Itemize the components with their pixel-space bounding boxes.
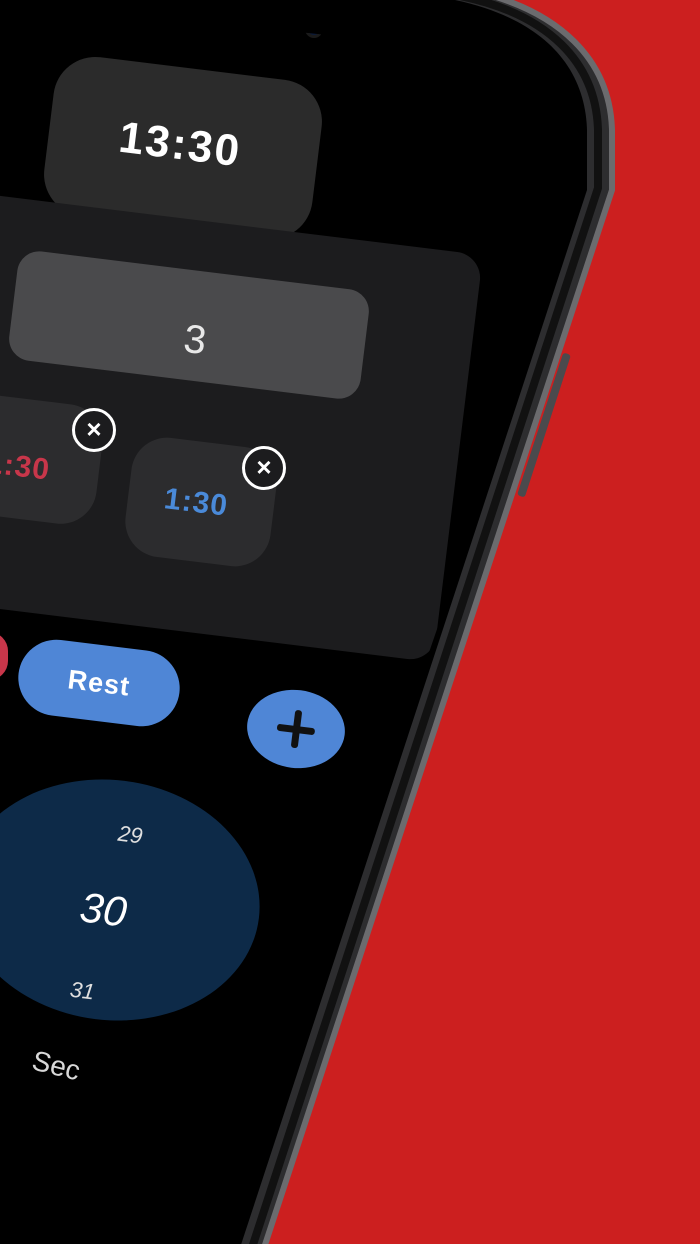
rounds-value: 3 [181, 316, 209, 364]
close-circle-icon: × [86, 414, 102, 444]
remove-work-interval-button[interactable]: × [72, 408, 116, 452]
picker-selected-value[interactable]: 30 [77, 883, 129, 936]
app-screenshot: 13:30 : 3 1:30 × 1:30 × Rest 29 30 31 Se… [0, 0, 700, 1244]
remove-rest-interval-button[interactable]: × [242, 446, 286, 490]
rest-button[interactable]: Rest [13, 635, 185, 731]
work-button[interactable] [0, 632, 8, 680]
add-interval-button[interactable] [242, 684, 350, 774]
picker-previous-value[interactable]: 29 [117, 821, 144, 850]
close-circle-icon: × [256, 452, 272, 482]
work-interval-time: 1:30 [0, 446, 52, 487]
picker-next-value[interactable]: 31 [69, 977, 96, 1006]
seconds-picker-wheel[interactable] [0, 762, 274, 1038]
picker-unit-label: Sec [29, 1044, 84, 1087]
